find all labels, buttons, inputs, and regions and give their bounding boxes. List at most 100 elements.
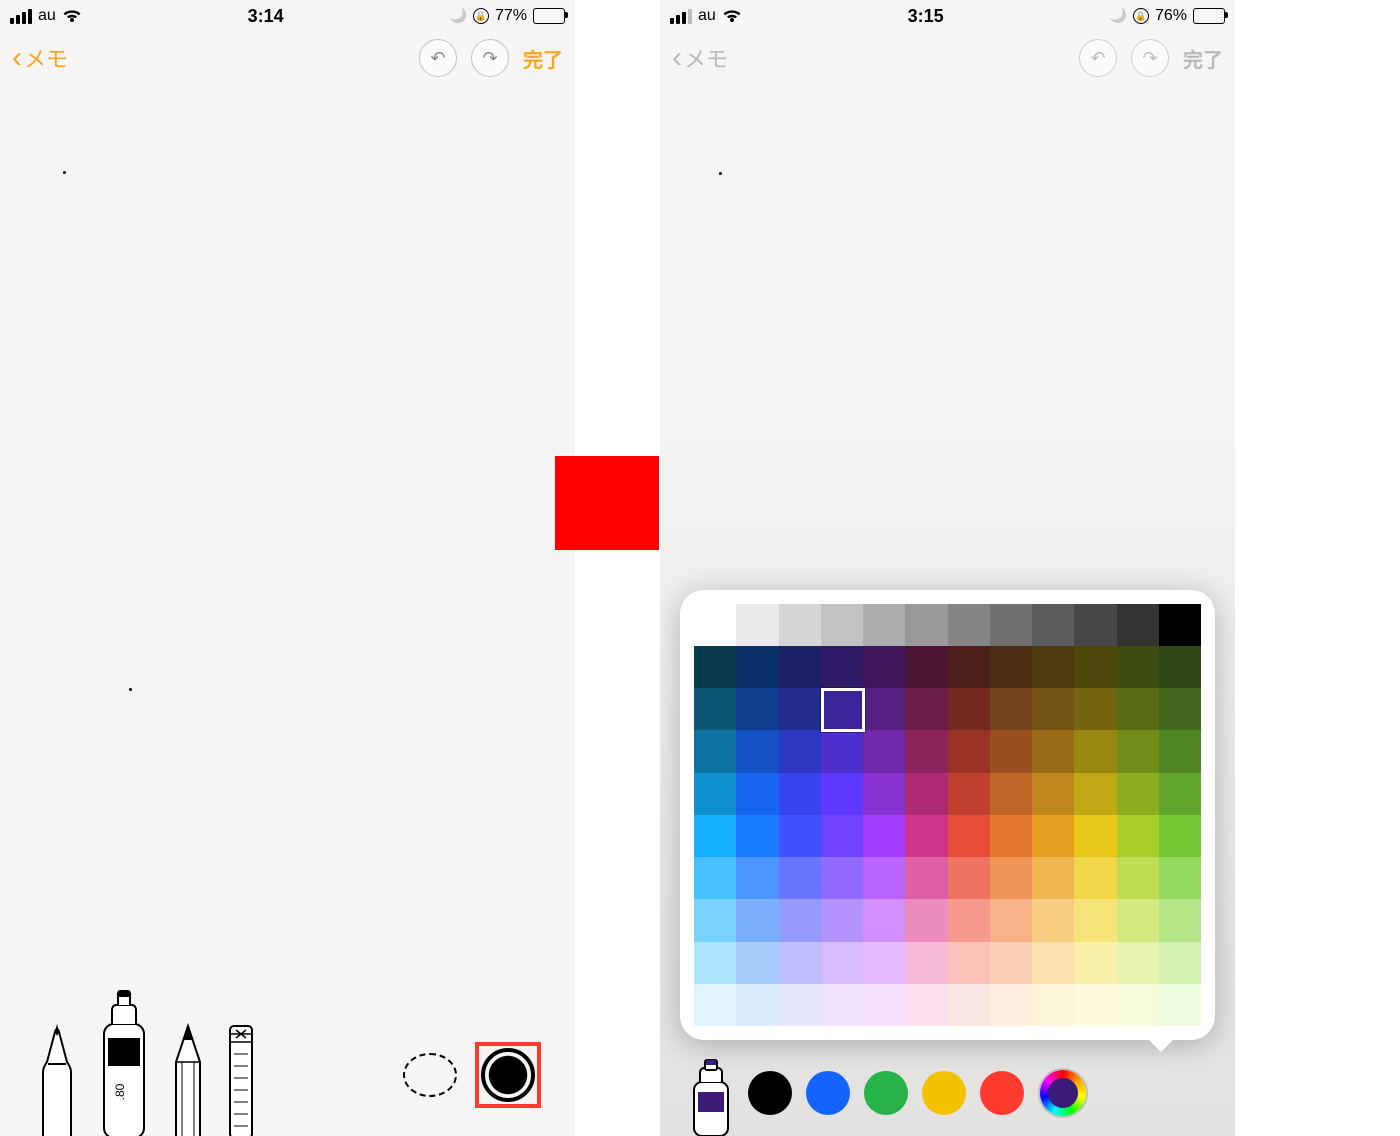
color-cell[interactable]	[905, 646, 947, 688]
color-cell[interactable]	[1074, 730, 1116, 772]
color-cell[interactable]	[821, 773, 863, 815]
marker-tool[interactable]	[690, 1056, 732, 1136]
color-cell[interactable]	[905, 899, 947, 941]
color-cell[interactable]	[736, 942, 778, 984]
color-cell[interactable]	[736, 815, 778, 857]
color-cell[interactable]	[863, 604, 905, 646]
color-cell[interactable]	[990, 984, 1032, 1026]
color-cell[interactable]	[990, 942, 1032, 984]
color-cell[interactable]	[863, 688, 905, 730]
color-cell[interactable]	[863, 773, 905, 815]
color-cell[interactable]	[948, 688, 990, 730]
color-indicator-button[interactable]	[481, 1048, 535, 1102]
ruler-tool[interactable]	[226, 1022, 256, 1136]
color-cell[interactable]	[990, 857, 1032, 899]
color-cell[interactable]	[905, 942, 947, 984]
color-cell[interactable]	[694, 815, 736, 857]
color-cell[interactable]	[694, 688, 736, 730]
color-cell[interactable]	[990, 730, 1032, 772]
color-cell[interactable]	[694, 984, 736, 1026]
color-cell[interactable]	[1074, 773, 1116, 815]
color-cell[interactable]	[948, 899, 990, 941]
color-cell[interactable]	[863, 730, 905, 772]
color-cell[interactable]	[905, 815, 947, 857]
color-cell[interactable]	[1032, 730, 1074, 772]
color-cell[interactable]	[736, 984, 778, 1026]
color-cell[interactable]	[948, 984, 990, 1026]
color-cell[interactable]	[779, 688, 821, 730]
color-cell[interactable]	[736, 688, 778, 730]
pen-tool[interactable]	[34, 1020, 80, 1136]
color-cell[interactable]	[948, 604, 990, 646]
color-cell[interactable]	[948, 646, 990, 688]
color-cell[interactable]	[1032, 773, 1074, 815]
color-cell[interactable]	[1117, 815, 1159, 857]
color-cell[interactable]	[779, 857, 821, 899]
color-cell[interactable]	[779, 773, 821, 815]
color-cell[interactable]	[948, 815, 990, 857]
done-button[interactable]: 完了	[1183, 44, 1223, 73]
color-cell[interactable]	[948, 857, 990, 899]
color-cell[interactable]	[1117, 942, 1159, 984]
color-cell[interactable]	[1159, 815, 1201, 857]
color-cell[interactable]	[990, 773, 1032, 815]
color-grid[interactable]	[694, 604, 1201, 1027]
color-cell[interactable]	[736, 857, 778, 899]
color-cell[interactable]	[1117, 604, 1159, 646]
color-cell[interactable]	[736, 773, 778, 815]
color-cell[interactable]	[863, 815, 905, 857]
color-cell[interactable]	[1032, 857, 1074, 899]
color-cell[interactable]	[694, 942, 736, 984]
color-cell[interactable]	[779, 646, 821, 688]
color-cell[interactable]	[948, 942, 990, 984]
color-cell[interactable]	[736, 604, 778, 646]
color-cell[interactable]	[1117, 646, 1159, 688]
color-cell[interactable]	[905, 773, 947, 815]
color-cell[interactable]	[990, 646, 1032, 688]
color-cell[interactable]	[1074, 942, 1116, 984]
color-cell[interactable]	[821, 984, 863, 1026]
color-cell[interactable]	[1074, 984, 1116, 1026]
color-cell[interactable]	[1032, 604, 1074, 646]
back-button[interactable]: ‹ メモ	[12, 41, 68, 75]
color-cell[interactable]	[736, 730, 778, 772]
color-cell[interactable]	[905, 857, 947, 899]
undo-button[interactable]: ↶	[1079, 39, 1117, 77]
color-cell[interactable]	[821, 942, 863, 984]
color-cell[interactable]	[905, 688, 947, 730]
color-cell[interactable]	[1159, 730, 1201, 772]
color-cell[interactable]	[821, 899, 863, 941]
color-cell[interactable]	[863, 899, 905, 941]
color-cell[interactable]	[821, 857, 863, 899]
color-cell[interactable]	[1159, 984, 1201, 1026]
color-cell[interactable]	[779, 942, 821, 984]
redo-button[interactable]: ↷	[1131, 39, 1169, 77]
color-cell[interactable]	[736, 646, 778, 688]
color-cell[interactable]	[779, 730, 821, 772]
color-cell[interactable]	[990, 604, 1032, 646]
color-swatch[interactable]	[806, 1071, 850, 1115]
color-cell[interactable]	[1159, 942, 1201, 984]
color-swatch[interactable]	[980, 1071, 1024, 1115]
lasso-tool[interactable]	[403, 1053, 457, 1097]
color-cell[interactable]	[821, 604, 863, 646]
color-cell[interactable]	[694, 899, 736, 941]
color-cell[interactable]	[948, 773, 990, 815]
color-cell[interactable]	[1032, 942, 1074, 984]
color-cell[interactable]	[1117, 984, 1159, 1026]
color-cell[interactable]	[1159, 604, 1201, 646]
color-cell[interactable]	[1074, 646, 1116, 688]
color-swatch[interactable]	[864, 1071, 908, 1115]
color-cell[interactable]	[1074, 688, 1116, 730]
color-cell[interactable]	[1117, 688, 1159, 730]
color-cell[interactable]	[905, 984, 947, 1026]
redo-button[interactable]: ↷	[471, 39, 509, 77]
color-cell[interactable]	[821, 815, 863, 857]
undo-button[interactable]: ↶	[419, 39, 457, 77]
color-cell[interactable]	[694, 773, 736, 815]
custom-color-button[interactable]	[1040, 1070, 1086, 1116]
color-cell[interactable]	[821, 646, 863, 688]
color-cell[interactable]	[1159, 773, 1201, 815]
color-cell[interactable]	[694, 857, 736, 899]
back-button[interactable]: ‹ メモ	[672, 41, 728, 75]
